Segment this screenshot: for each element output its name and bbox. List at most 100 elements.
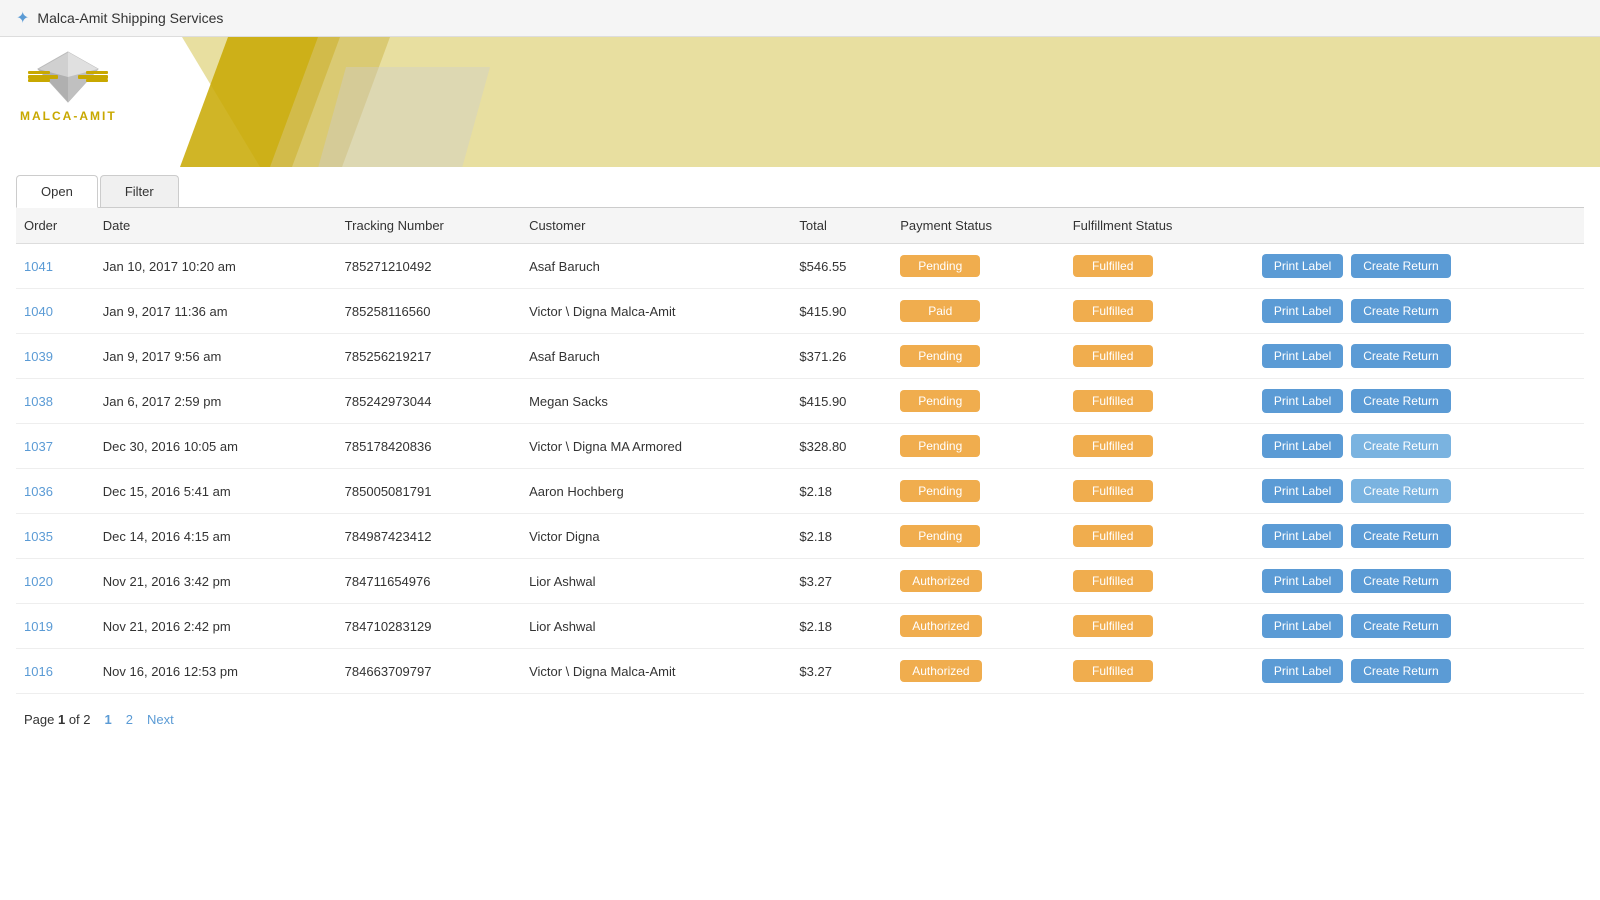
cell-total: $3.27 [791, 649, 892, 694]
create-return-button[interactable]: Create Return [1351, 254, 1450, 278]
payment-status-badge: Pending [900, 345, 980, 367]
cell-customer: Asaf Baruch [521, 334, 791, 379]
logo-diamond [28, 47, 108, 107]
cell-order: 1041 [16, 244, 95, 289]
order-link[interactable]: 1019 [24, 619, 53, 634]
cell-customer: Lior Ashwal [521, 559, 791, 604]
order-link[interactable]: 1037 [24, 439, 53, 454]
print-label-button[interactable]: Print Label [1262, 389, 1343, 413]
cell-customer: Aaron Hochberg [521, 469, 791, 514]
cell-order: 1038 [16, 379, 95, 424]
create-return-button[interactable]: Create Return [1351, 659, 1450, 683]
print-label-button[interactable]: Print Label [1262, 569, 1343, 593]
create-return-button[interactable]: Create Return [1351, 569, 1450, 593]
cell-actions: Print Label Create Return [1250, 559, 1584, 604]
print-label-button[interactable]: Print Label [1262, 434, 1343, 458]
print-label-button[interactable]: Print Label [1262, 659, 1343, 683]
create-return-button[interactable]: Create Return [1351, 434, 1450, 458]
next-button[interactable]: Next [143, 710, 178, 729]
order-link[interactable]: 1020 [24, 574, 53, 589]
order-link[interactable]: 1039 [24, 349, 53, 364]
print-label-button[interactable]: Print Label [1262, 254, 1343, 278]
print-label-button[interactable]: Print Label [1262, 614, 1343, 638]
cell-total: $3.27 [791, 559, 892, 604]
order-link[interactable]: 1036 [24, 484, 53, 499]
cell-fulfillment-status: Fulfilled [1065, 424, 1250, 469]
table-row: 1040 Jan 9, 2017 11:36 am 785258116560 V… [16, 289, 1584, 334]
cell-payment-status: Authorized [892, 559, 1064, 604]
page-2-link[interactable]: 2 [122, 710, 137, 729]
cell-date: Dec 30, 2016 10:05 am [95, 424, 337, 469]
table-row: 1035 Dec 14, 2016 4:15 am 784987423412 V… [16, 514, 1584, 559]
cell-tracking: 785178420836 [337, 424, 521, 469]
action-buttons: Print Label Create Return [1258, 434, 1576, 458]
fulfillment-status-badge: Fulfilled [1073, 435, 1153, 457]
cell-total: $2.18 [791, 514, 892, 559]
cell-payment-status: Pending [892, 514, 1064, 559]
cell-fulfillment-status: Fulfilled [1065, 514, 1250, 559]
cell-total: $2.18 [791, 604, 892, 649]
print-label-button[interactable]: Print Label [1262, 524, 1343, 548]
cell-payment-status: Pending [892, 424, 1064, 469]
cell-actions: Print Label Create Return [1250, 604, 1584, 649]
cell-total: $546.55 [791, 244, 892, 289]
payment-status-badge: Authorized [900, 615, 981, 637]
fulfillment-status-badge: Fulfilled [1073, 300, 1153, 322]
order-link[interactable]: 1038 [24, 394, 53, 409]
cell-date: Nov 21, 2016 2:42 pm [95, 604, 337, 649]
cell-date: Dec 15, 2016 5:41 am [95, 469, 337, 514]
order-link[interactable]: 1041 [24, 259, 53, 274]
create-return-button[interactable]: Create Return [1351, 344, 1450, 368]
cell-payment-status: Pending [892, 469, 1064, 514]
create-return-button[interactable]: Create Return [1351, 299, 1450, 323]
fulfillment-status-badge: Fulfilled [1073, 660, 1153, 682]
table-header-row: Order Date Tracking Number Customer Tota… [16, 208, 1584, 244]
cell-tracking: 785242973044 [337, 379, 521, 424]
cell-order: 1040 [16, 289, 95, 334]
main-content: Open Filter Order Date Tracking Number C… [0, 175, 1600, 761]
action-buttons: Print Label Create Return [1258, 344, 1576, 368]
cell-date: Nov 16, 2016 12:53 pm [95, 649, 337, 694]
cell-tracking: 784711654976 [337, 559, 521, 604]
order-link[interactable]: 1040 [24, 304, 53, 319]
col-payment-status: Payment Status [892, 208, 1064, 244]
create-return-button[interactable]: Create Return [1351, 479, 1450, 503]
print-label-button[interactable]: Print Label [1262, 479, 1343, 503]
cell-date: Jan 6, 2017 2:59 pm [95, 379, 337, 424]
cell-payment-status: Pending [892, 334, 1064, 379]
order-link[interactable]: 1035 [24, 529, 53, 544]
payment-status-badge: Pending [900, 435, 980, 457]
cell-actions: Print Label Create Return [1250, 244, 1584, 289]
cell-order: 1039 [16, 334, 95, 379]
fulfillment-status-badge: Fulfilled [1073, 255, 1153, 277]
cell-payment-status: Pending [892, 379, 1064, 424]
order-link[interactable]: 1016 [24, 664, 53, 679]
col-tracking: Tracking Number [337, 208, 521, 244]
action-buttons: Print Label Create Return [1258, 614, 1576, 638]
pagination: Page 1 of 2 1 2 Next [16, 694, 1584, 745]
print-label-button[interactable]: Print Label [1262, 344, 1343, 368]
create-return-button[interactable]: Create Return [1351, 524, 1450, 548]
table-row: 1038 Jan 6, 2017 2:59 pm 785242973044 Me… [16, 379, 1584, 424]
cell-fulfillment-status: Fulfilled [1065, 469, 1250, 514]
cell-actions: Print Label Create Return [1250, 334, 1584, 379]
cell-actions: Print Label Create Return [1250, 424, 1584, 469]
col-fulfillment-status: Fulfillment Status [1065, 208, 1250, 244]
create-return-button[interactable]: Create Return [1351, 614, 1450, 638]
page-1-link[interactable]: 1 [101, 710, 116, 729]
create-return-button[interactable]: Create Return [1351, 389, 1450, 413]
payment-status-badge: Pending [900, 255, 980, 277]
cell-date: Nov 21, 2016 3:42 pm [95, 559, 337, 604]
cell-tracking: 785258116560 [337, 289, 521, 334]
print-label-button[interactable]: Print Label [1262, 299, 1343, 323]
tab-open[interactable]: Open [16, 175, 98, 208]
cell-actions: Print Label Create Return [1250, 514, 1584, 559]
table-row: 1016 Nov 16, 2016 12:53 pm 784663709797 … [16, 649, 1584, 694]
payment-status-badge: Pending [900, 390, 980, 412]
cell-actions: Print Label Create Return [1250, 469, 1584, 514]
current-page: 1 [58, 712, 65, 727]
tab-filter[interactable]: Filter [100, 175, 179, 207]
cell-payment-status: Authorized [892, 649, 1064, 694]
header-banner: MALCA-AMIT [0, 37, 1600, 167]
payment-status-badge: Pending [900, 480, 980, 502]
